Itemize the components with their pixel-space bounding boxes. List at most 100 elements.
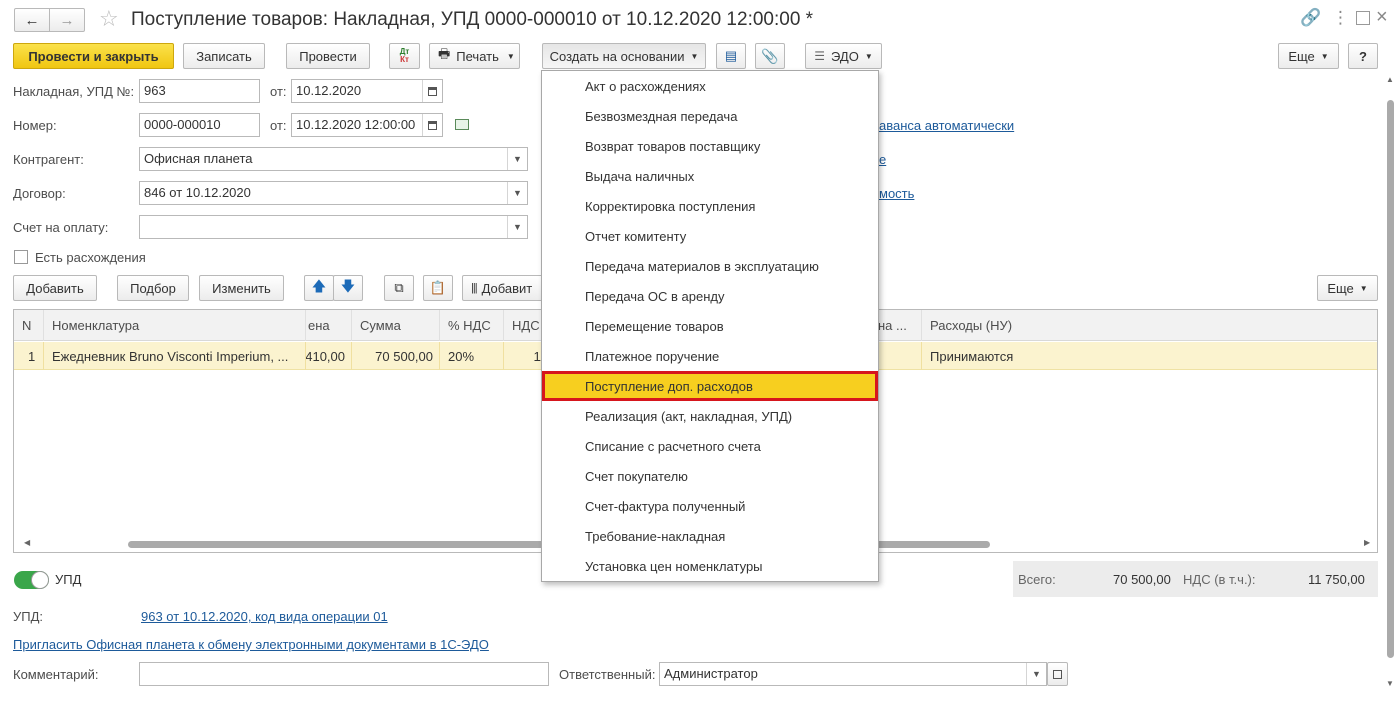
cell-sum: 70 500,00 — [352, 342, 440, 370]
menu-item[interactable]: Передача ОС в аренду — [542, 281, 878, 311]
menu-item[interactable]: Возврат товаров поставщику — [542, 131, 878, 161]
dt-kt-button[interactable]: Дт Кт — [389, 43, 420, 69]
col-n[interactable]: N — [14, 310, 44, 341]
comment-field[interactable] — [139, 662, 549, 686]
chevron-down-icon[interactable]: ▼ — [507, 148, 527, 170]
invoice-date-field[interactable]: 10.12.2020 — [291, 79, 443, 103]
table-more-label: Еще — [1327, 280, 1354, 296]
partial-link[interactable]: е — [879, 152, 886, 167]
select-button[interactable]: Подбор — [117, 275, 189, 301]
col-price[interactable]: ена — [306, 310, 352, 341]
move-down-button[interactable]: 🡇 — [333, 275, 363, 301]
total-label: Всего: — [1018, 572, 1056, 587]
paperclip-icon: 📎 — [761, 47, 779, 64]
col-item[interactable]: Номенклатура — [44, 310, 306, 341]
contract-label: Договор: — [13, 186, 66, 201]
add-barcode-button[interactable]: ||| Добавит — [462, 275, 544, 301]
forward-button[interactable]: → — [49, 8, 85, 32]
menu-item[interactable]: Выдача наличных — [542, 161, 878, 191]
upd-toggle[interactable] — [14, 571, 49, 589]
menu-item[interactable]: Передача материалов в эксплуатацию — [542, 251, 878, 281]
menu-item[interactable]: Безвозмездная передача — [542, 101, 878, 131]
more-button[interactable]: Еще ▼ — [1278, 43, 1339, 69]
discrepancies-checkbox[interactable] — [14, 250, 28, 264]
help-button[interactable]: ? — [1348, 43, 1378, 69]
print-button[interactable]: 🖶 Печать ▼ — [429, 43, 520, 69]
copy-button[interactable]: ⧉ — [384, 275, 414, 301]
invite-edo-link[interactable]: Пригласить Офисная планета к обмену элек… — [13, 637, 489, 652]
create-based-button[interactable]: Создать на основании ▼ — [542, 43, 706, 69]
menu-item[interactable]: Реализация (акт, накладная, УПД) — [542, 401, 878, 431]
attach-button[interactable]: 📎 — [755, 43, 785, 69]
col-hidden[interactable]: на ... — [874, 310, 922, 341]
chevron-down-icon: ▼ — [506, 51, 515, 61]
close-icon[interactable]: × — [1376, 6, 1388, 29]
calendar-icon[interactable] — [422, 114, 442, 136]
vertical-scrollbar-thumb[interactable] — [1387, 100, 1394, 658]
paste-icon: 📋 — [429, 280, 447, 295]
arrow-left-icon: ← — [24, 11, 40, 29]
scroll-down-icon[interactable]: ▼ — [1386, 679, 1394, 688]
dt-kt-icon: Дт Кт — [399, 47, 410, 64]
upd-link[interactable]: 963 от 10.12.2020, код вида операции 01 — [141, 609, 388, 624]
menu-item[interactable]: Отчет комитенту — [542, 221, 878, 251]
counterparty-field[interactable]: Офисная планета ▼ — [139, 147, 528, 171]
counterparty-value: Офисная планета — [144, 151, 253, 166]
totals-panel: Всего: 70 500,00 НДС (в т.ч.): 11 750,00 — [1013, 561, 1378, 597]
chevron-down-icon[interactable]: ▼ — [1026, 663, 1046, 685]
col-vat-rate[interactable]: % НДС — [440, 310, 504, 341]
cost-link[interactable]: мость — [879, 186, 914, 201]
chevron-down-icon[interactable]: ▼ — [507, 216, 527, 238]
discrepancies-label: Есть расхождения — [35, 250, 146, 265]
back-button[interactable]: ← — [14, 8, 50, 32]
menu-item[interactable]: Поступление доп. расходов — [542, 371, 878, 401]
add-row-button[interactable]: Добавить — [13, 275, 97, 301]
scroll-right-icon[interactable]: ▶ — [1364, 538, 1370, 547]
invoice-number-field[interactable]: 963 — [139, 79, 260, 103]
calendar-icon[interactable] — [422, 80, 442, 102]
responsible-value: Администратор — [664, 666, 758, 681]
menu-item[interactable]: Счет покупателю — [542, 461, 878, 491]
menu-item[interactable]: Акт о расхождениях — [542, 71, 878, 101]
move-up-button[interactable]: 🡅 — [304, 275, 334, 301]
save-button[interactable]: Записать — [183, 43, 265, 69]
scroll-up-icon[interactable]: ▲ — [1386, 75, 1394, 84]
menu-dots-icon[interactable]: ⋮ — [1332, 8, 1349, 28]
star-icon[interactable]: ☆ — [99, 6, 119, 32]
chevron-down-icon[interactable]: ▼ — [507, 182, 527, 204]
number-field[interactable]: 0000-000010 — [139, 113, 260, 137]
payment-invoice-field[interactable]: ▼ — [139, 215, 528, 239]
structure-button[interactable]: ▤ — [716, 43, 746, 69]
menu-item[interactable]: Перемещение товаров — [542, 311, 878, 341]
change-button[interactable]: Изменить — [199, 275, 284, 301]
cell-expenses: Принимаются — [922, 342, 1377, 370]
open-responsible-button[interactable] — [1047, 662, 1068, 686]
advance-link[interactable]: аванса автоматически — [879, 118, 1014, 133]
number-date-field[interactable]: 10.12.2020 12:00:00 — [291, 113, 443, 137]
vat-label: НДС (в т.ч.): — [1183, 572, 1256, 587]
table-more-button[interactable]: Еще ▼ — [1317, 275, 1378, 301]
open-icon — [1053, 669, 1062, 679]
structure-icon: ▤ — [724, 48, 738, 63]
post-and-close-button[interactable]: Провести и закрыть — [13, 43, 174, 69]
menu-item[interactable]: Списание с расчетного счета — [542, 431, 878, 461]
menu-item[interactable]: Установка цен номенклатуры — [542, 551, 878, 581]
menu-item[interactable]: Счет-фактура полученный — [542, 491, 878, 521]
menu-item[interactable]: Платежное поручение — [542, 341, 878, 371]
print-label: Печать — [456, 48, 499, 64]
paste-button[interactable]: 📋 — [423, 275, 453, 301]
post-button[interactable]: Провести — [286, 43, 370, 69]
col-sum[interactable]: Сумма — [352, 310, 440, 341]
maximize-icon[interactable] — [1356, 11, 1370, 25]
responsible-field[interactable]: Администратор ▼ — [659, 662, 1047, 686]
vat-value: 11 750,00 — [1308, 572, 1365, 587]
menu-item[interactable]: Требование-накладная — [542, 521, 878, 551]
link-icon[interactable]: 🔗 — [1300, 8, 1321, 28]
contract-field[interactable]: 846 от 10.12.2020 ▼ — [139, 181, 528, 205]
arrow-up-icon: 🡅 — [311, 278, 327, 294]
vertical-scrollbar[interactable]: ▲ ▼ — [1384, 75, 1396, 695]
edo-button[interactable]: ☰ ЭДО ▼ — [805, 43, 882, 69]
scroll-left-icon[interactable]: ◀ — [24, 538, 30, 547]
col-expenses[interactable]: Расходы (НУ) — [922, 310, 1377, 341]
menu-item[interactable]: Корректировка поступления — [542, 191, 878, 221]
